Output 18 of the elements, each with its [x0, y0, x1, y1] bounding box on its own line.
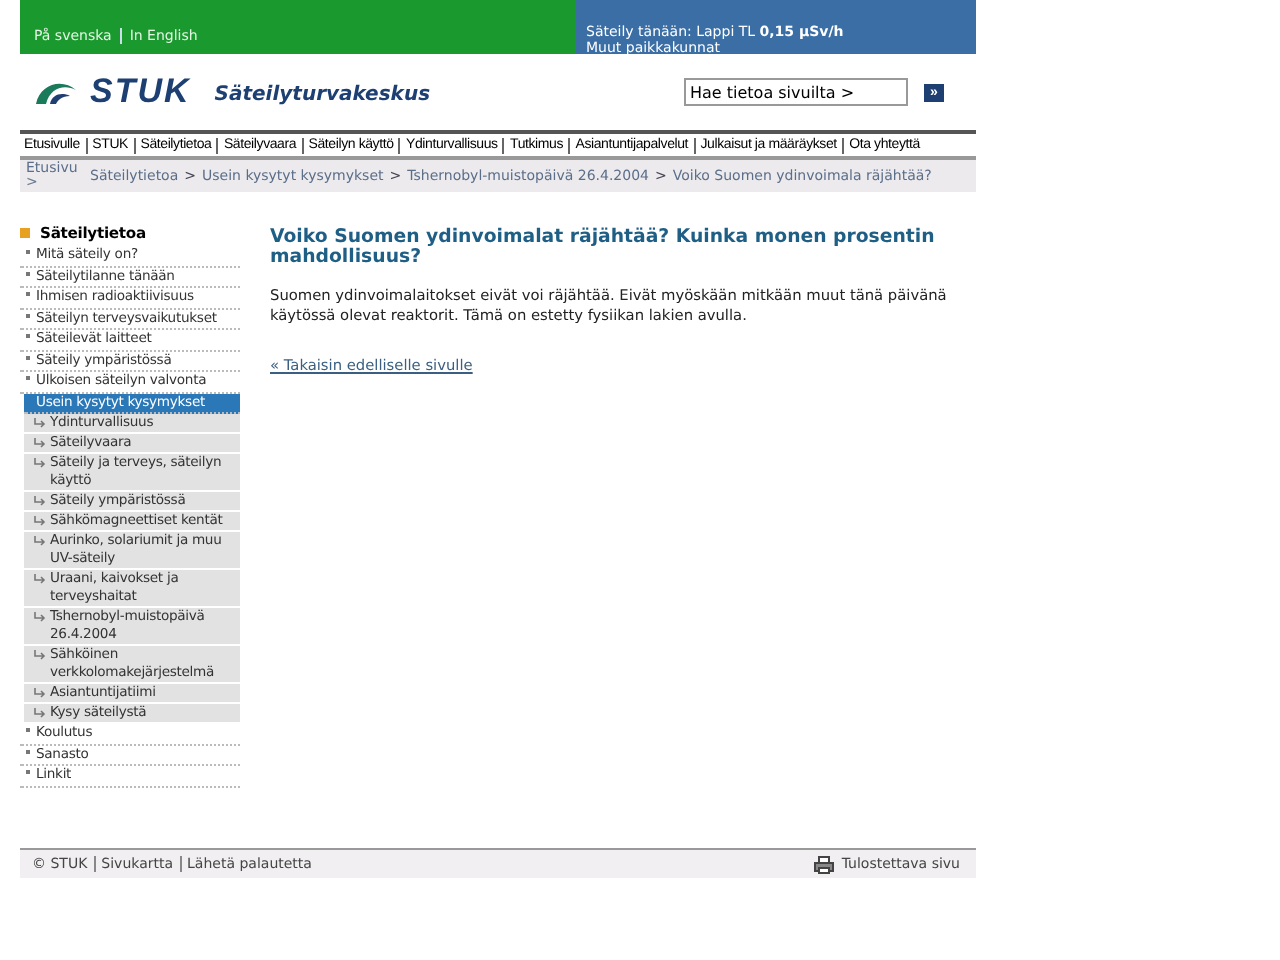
site-name: Säteilyturvakeskus — [214, 84, 431, 106]
arrow-icon — [34, 516, 46, 526]
logo-text: STUK — [90, 72, 191, 112]
square-bullet-icon — [20, 228, 30, 238]
arrow-icon — [34, 418, 46, 428]
arrow-icon — [34, 536, 46, 546]
arrow-icon — [34, 708, 46, 718]
arrow-icon — [34, 438, 46, 448]
logo-swoosh-icon — [34, 78, 78, 106]
arrow-icon — [34, 650, 46, 660]
arrow-icon — [34, 612, 46, 622]
search-field[interactable]: Hae tietoa sivuilta > — [684, 78, 908, 106]
arrow-icon — [34, 574, 46, 584]
printer-icon — [813, 855, 834, 873]
arrow-icon — [34, 496, 46, 506]
article-title: Voiko Suomen ydinvoimalat räjähtää? Kuinka monen prosentin mahdollisuus? — [270, 228, 937, 268]
arrow-icon — [34, 458, 46, 468]
arrow-icon — [34, 688, 46, 698]
